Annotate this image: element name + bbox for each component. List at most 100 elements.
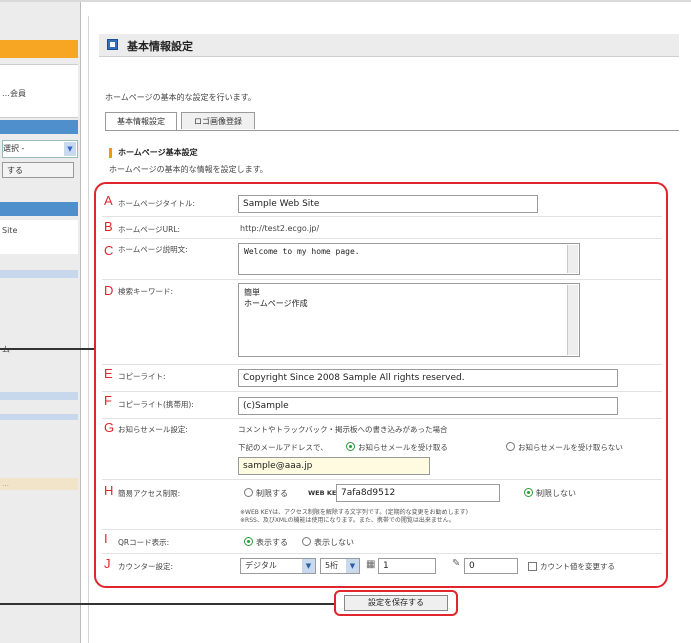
row-divider: [102, 391, 662, 392]
row-letter-h: H: [104, 483, 114, 498]
copyright-mobile-input[interactable]: (c)Sample: [238, 397, 618, 415]
sidebar-text: …会員: [2, 89, 26, 98]
radio-qr-show-label: 表示する: [256, 538, 288, 547]
row-letter-g: G: [104, 420, 115, 435]
label-qr-code: QRコード表示:: [118, 538, 170, 547]
sidebar-bar-3: [0, 414, 78, 420]
radio-qr-show[interactable]: 表示する: [244, 537, 288, 548]
row-divider: [102, 238, 662, 239]
sidebar-select-value: 選択 -: [3, 144, 25, 153]
scrollbar[interactable]: [567, 245, 578, 273]
sidebar-bar-4: [0, 478, 78, 490]
counter-type-value: デジタル: [245, 561, 277, 570]
label-access-restriction: 簡易アクセス制限:: [118, 489, 181, 498]
pen-icon: ✎: [452, 558, 461, 569]
sidebar-header-blue-2: [0, 202, 78, 216]
chevron-down-icon: ▼: [302, 559, 315, 573]
page-intro: ホームページの基本的な設定を行います。: [105, 93, 256, 102]
label-copyright: コピーライト:: [118, 372, 166, 381]
row-letter-i: I: [104, 531, 108, 546]
radio-qr-hide[interactable]: 表示しない: [302, 537, 354, 548]
radio-off-icon[interactable]: [244, 488, 253, 497]
square-icon: [107, 39, 118, 50]
notify-email-input[interactable]: sample@aaa.jp: [238, 457, 430, 475]
section-title: ホームページ基本設定: [109, 148, 198, 158]
radio-notify-receive[interactable]: お知らせメールを受け取る: [346, 442, 448, 453]
keywords-text: 簡単 ホームページ作成: [244, 288, 308, 308]
radio-notify-no-receive[interactable]: お知らせメールを受け取らない: [506, 442, 623, 453]
scrollbar[interactable]: [567, 285, 578, 355]
copyright-input[interactable]: Copyright Since 2008 Sample All rights r…: [238, 369, 618, 387]
row-divider: [102, 364, 662, 365]
radio-on-icon[interactable]: [346, 442, 355, 451]
row-letter-c: C: [104, 243, 114, 258]
row-divider: [102, 529, 662, 530]
label-site-title: ホームページタイトル:: [118, 199, 196, 208]
section-subtitle: ホームページの基本的な情報を設定します。: [109, 165, 268, 174]
site-description-textarea[interactable]: Welcome to my home page.: [238, 243, 580, 275]
sidebar-site-link[interactable]: Site: [2, 226, 17, 235]
annotation-line-2: [0, 603, 334, 605]
row-letter-e: E: [104, 366, 113, 381]
site-description-text: Welcome to my home page.: [244, 247, 360, 256]
row-letter-f: F: [104, 393, 112, 408]
radio-qr-hide-label: 表示しない: [314, 538, 354, 547]
tab-logo[interactable]: ロゴ画像登録: [181, 112, 255, 129]
label-site-description: ホームページ説明文:: [118, 245, 188, 254]
sidebar-text-4: …: [2, 480, 9, 488]
row-letter-d: D: [104, 283, 114, 298]
site-title-input[interactable]: Sample Web Site: [238, 195, 538, 213]
row-letter-j: J: [104, 556, 111, 571]
radio-off-icon[interactable]: [302, 537, 311, 546]
notify-mail-prompt: 下記のメールアドレスで、: [238, 443, 328, 452]
radio-off-icon[interactable]: [506, 442, 515, 451]
chevron-down-icon: ▼: [64, 142, 76, 156]
change-count-checkbox[interactable]: [528, 562, 537, 571]
sidebar-bar: [0, 270, 78, 278]
tab-divider: [105, 130, 679, 131]
counter-value-input[interactable]: 0: [464, 558, 518, 574]
counter-start-input[interactable]: 1: [378, 558, 436, 574]
web-key-input[interactable]: 7afa8d9512: [336, 484, 500, 502]
counter-digits-value: 5桁: [325, 561, 339, 570]
keywords-textarea[interactable]: 簡単 ホームページ作成: [238, 283, 580, 357]
radio-notify-receive-label: お知らせメールを受け取る: [358, 443, 448, 452]
sidebar-bar-2: [0, 392, 78, 400]
sidebar-header-blue: [0, 120, 78, 134]
left-sidebar: …会員 選択 -▼ する Site ム …: [0, 2, 81, 643]
sidebar-select[interactable]: 選択 - ▼: [2, 140, 78, 158]
chevron-down-icon: ▼: [346, 559, 359, 573]
label-notify-mail: お知らせメール設定:: [118, 425, 188, 434]
row-divider: [102, 418, 662, 419]
counter-image-icon: ▦: [366, 559, 376, 570]
row-divider: [102, 479, 662, 480]
row-divider: [102, 553, 662, 554]
counter-digits-select[interactable]: 5桁 ▼: [320, 558, 360, 574]
radio-on-icon[interactable]: [524, 488, 533, 497]
radio-no-restrict[interactable]: 制限しない: [524, 488, 576, 499]
row-divider: [102, 279, 662, 280]
radio-on-icon[interactable]: [244, 537, 253, 546]
web-key-note-2: ※RSS、及びXMLの機能は使用になります。また、携帯での閲覧は出来ません。: [240, 517, 455, 524]
tab-basic-info[interactable]: 基本情報設定: [105, 112, 177, 130]
radio-notify-no-receive-label: お知らせメールを受け取らない: [518, 443, 623, 452]
sidebar-header-orange: [0, 40, 78, 58]
save-button-highlight: 設定を保存する: [334, 590, 458, 616]
label-copyright-mobile: コピーライト(携帯用):: [118, 400, 194, 409]
page-title: 基本情報設定: [127, 40, 193, 53]
page-title-bar: 基本情報設定: [99, 34, 679, 57]
save-button[interactable]: 設定を保存する: [344, 595, 448, 611]
site-url-value: http://test2.ecgo.jp/: [240, 224, 320, 233]
label-keywords: 検索キーワード:: [118, 287, 174, 296]
row-divider: [102, 216, 662, 217]
radio-no-restrict-label: 制限しない: [536, 489, 576, 498]
row-letter-a: A: [104, 193, 113, 208]
counter-type-select[interactable]: デジタル ▼: [240, 558, 316, 574]
row-letter-b: B: [104, 219, 113, 234]
radio-restrict[interactable]: 制限する: [244, 488, 288, 499]
annotation-line: [0, 348, 95, 350]
sidebar-button[interactable]: する: [2, 162, 74, 178]
radio-restrict-label: 制限する: [256, 489, 288, 498]
label-site-url: ホームページURL:: [118, 225, 181, 234]
label-counter: カウンター設定:: [118, 562, 174, 571]
